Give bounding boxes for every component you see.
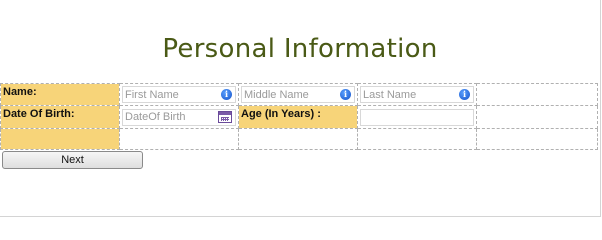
page-title: Personal Information	[162, 34, 438, 64]
last-name-field: i	[360, 86, 474, 103]
empty-cell	[357, 128, 477, 150]
age-input[interactable]	[361, 109, 451, 125]
middle-name-field: i	[241, 86, 355, 103]
form-row-name: Name: i i i	[0, 83, 598, 106]
middle-name-cell: i	[238, 83, 358, 106]
first-name-cell: i	[119, 83, 239, 106]
dob-label: Date Of Birth:	[3, 108, 75, 120]
empty-cell	[476, 83, 598, 106]
dob-field	[122, 108, 236, 126]
last-name-cell: i	[357, 83, 477, 106]
age-field	[360, 108, 474, 126]
last-name-input[interactable]	[361, 87, 451, 102]
form-row-dob: Date Of Birth: Age (In Years) :	[0, 105, 598, 129]
empty-cell	[476, 128, 598, 150]
name-label-cell: Name:	[0, 83, 120, 106]
dob-cell	[119, 105, 239, 129]
form-row-empty	[0, 128, 598, 150]
age-label-cell: Age (In Years) :	[238, 105, 358, 129]
info-icon[interactable]: i	[459, 89, 470, 100]
info-icon[interactable]: i	[221, 89, 232, 100]
dob-input[interactable]	[123, 109, 213, 125]
empty-cell	[476, 105, 598, 129]
info-icon[interactable]: i	[340, 89, 351, 100]
personal-info-form: Name: i i i Date Of Birth:	[0, 83, 598, 150]
empty-cell	[119, 128, 239, 150]
middle-name-input[interactable]	[242, 87, 332, 102]
dob-label-cell: Date Of Birth:	[0, 105, 120, 129]
first-name-field: i	[122, 86, 236, 103]
age-cell	[357, 105, 477, 129]
age-label: Age (In Years) :	[241, 108, 321, 120]
name-label: Name:	[3, 86, 37, 98]
first-name-input[interactable]	[123, 87, 213, 102]
empty-cell	[238, 128, 358, 150]
empty-label-cell	[0, 128, 120, 150]
calendar-icon[interactable]	[218, 110, 232, 123]
next-button[interactable]: Next	[2, 151, 143, 169]
